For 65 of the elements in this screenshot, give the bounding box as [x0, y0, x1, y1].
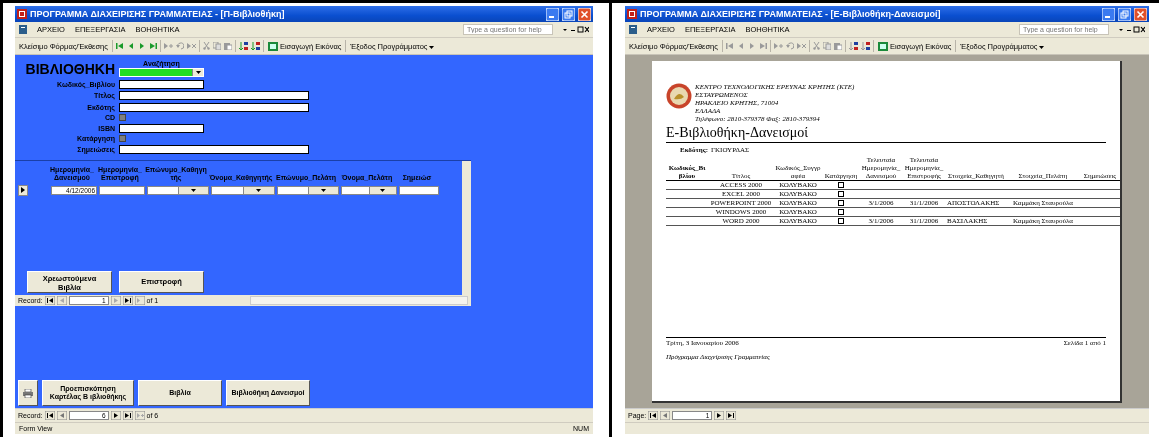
caret-icon — [1039, 43, 1045, 49]
scrollbar[interactable] — [462, 160, 471, 295]
app-icon — [17, 9, 27, 19]
form-heading: ΒΙΒΛΙΟΘΗΚΗ — [25, 61, 115, 77]
combo-field[interactable] — [211, 185, 275, 195]
image-icon — [877, 41, 888, 51]
window-controls-icon[interactable] — [1119, 26, 1145, 33]
restore-button[interactable] — [562, 7, 575, 21]
restore-button[interactable] — [1118, 7, 1131, 21]
last-record-icon[interactable] — [148, 42, 157, 50]
text-field[interactable] — [119, 123, 204, 133]
first-record-button[interactable] — [44, 295, 55, 305]
paste-icon[interactable] — [223, 42, 232, 50]
dropdown-arrow-icon — [320, 188, 326, 192]
window-title: ΠΡΟΓΡΑΜΜΑ ΔΙΑΧΕΙΡΙΣΗΣ ΓΡΑΜΜΑΤΕΙΑΣ - [Ε-Βιβλιοθήκη-Δανεισμοί] — [640, 9, 942, 19]
dropdown-arrow-icon — [195, 70, 201, 74]
combo-field[interactable] — [277, 185, 339, 195]
app-icon — [627, 9, 637, 19]
paste-icon[interactable] — [833, 42, 842, 50]
dropdown-arrow-icon — [380, 188, 386, 192]
sort-descending-icon[interactable] — [250, 41, 260, 51]
minimize-button[interactable] — [1102, 7, 1115, 21]
close-button[interactable] — [578, 7, 591, 21]
text-field[interactable] — [119, 144, 309, 154]
previous-record-button[interactable] — [660, 411, 671, 420]
dropdown-arrow-icon — [190, 188, 196, 192]
window-controls-icon[interactable] — [563, 26, 589, 33]
last-record-button[interactable] — [726, 411, 737, 420]
dropdown-arrow-icon — [256, 188, 262, 192]
combo-field[interactable] — [147, 185, 209, 195]
combo-field[interactable] — [341, 185, 397, 195]
checkbox[interactable] — [119, 114, 126, 121]
checkbox[interactable] — [119, 135, 126, 142]
first-record-icon[interactable] — [115, 42, 124, 50]
current-record-icon — [21, 187, 25, 193]
image-icon — [267, 41, 278, 51]
print-button[interactable] — [18, 380, 38, 406]
caret-icon — [429, 43, 435, 49]
text-field[interactable] — [119, 102, 309, 112]
logo-icon — [666, 83, 692, 109]
sort-ascending-icon[interactable] — [238, 41, 248, 51]
close-button[interactable] — [1134, 7, 1147, 21]
window-title: ΠΡΟΓΡΑΜΜΑ ΔΙΑΧΕΙΡΙΣΗΣ ΓΡΑΜΜΑΤΕΙΑΣ - [Π-Βιβλιοθήκη] — [30, 9, 286, 19]
sort-descending-icon[interactable] — [860, 41, 870, 51]
next-record-button[interactable] — [714, 411, 725, 420]
last-record-button[interactable] — [122, 411, 133, 420]
horizontal-scrollbar[interactable] — [250, 295, 468, 305]
report-title: Ε-Βιβλιοθήκη-Δανεισμοί — [666, 125, 809, 140]
record-selector[interactable] — [18, 184, 28, 196]
minimize-button[interactable] — [546, 7, 559, 21]
document-icon — [629, 25, 637, 34]
text-field[interactable] — [399, 185, 439, 195]
document-icon — [19, 25, 27, 34]
previous-record-button[interactable] — [56, 411, 67, 420]
first-record-button[interactable] — [44, 411, 55, 420]
printer-icon — [23, 388, 33, 398]
next-record-icon[interactable] — [137, 42, 146, 50]
text-field[interactable] — [99, 185, 145, 195]
text-field[interactable] — [119, 79, 204, 89]
first-record-button[interactable] — [648, 411, 659, 420]
search-combo[interactable] — [119, 67, 204, 77]
sort-ascending-icon[interactable] — [848, 41, 858, 51]
last-record-button[interactable] — [122, 295, 133, 305]
next-record-button[interactable] — [110, 411, 121, 420]
text-field[interactable] — [119, 91, 309, 100]
